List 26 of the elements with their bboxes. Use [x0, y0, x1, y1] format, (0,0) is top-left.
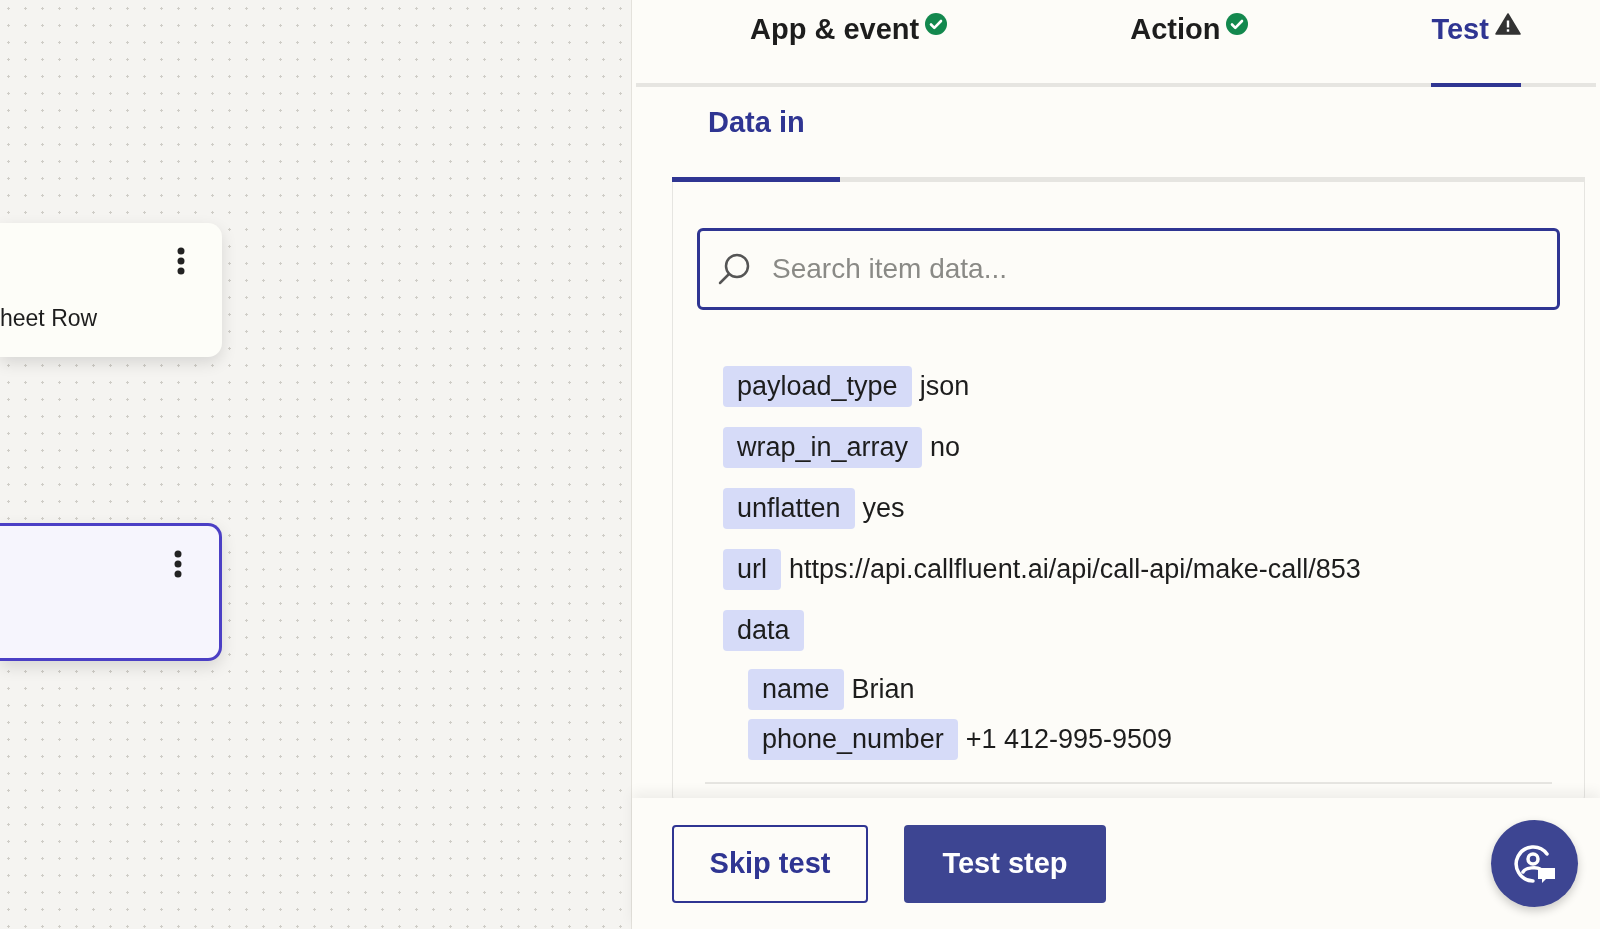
step-card[interactable]: heet Row: [0, 223, 222, 357]
field-value: yes: [862, 492, 905, 526]
step-tab[interactable]: Test: [1431, 0, 1521, 87]
step-card[interactable]: [0, 523, 222, 661]
step-tab[interactable]: App & event: [750, 0, 948, 87]
field-key[interactable]: payload_type: [723, 366, 912, 407]
field-key[interactable]: data: [723, 610, 804, 651]
step-tab[interactable]: Action: [1130, 0, 1249, 87]
test-step-button[interactable]: Test step: [904, 824, 1106, 903]
data-tab[interactable]: Data in: [672, 87, 840, 182]
field-key[interactable]: name: [748, 668, 844, 710]
field-value: https://api.callfluent.ai/api/call-api/make-call/853: [789, 553, 1361, 587]
field-key[interactable]: unflatten: [723, 488, 855, 529]
field-key[interactable]: phone_number: [748, 718, 958, 760]
field-value: json: [919, 370, 970, 404]
more-options-icon[interactable]: [177, 247, 185, 275]
step-title: heet Row: [0, 304, 99, 333]
field-key[interactable]: url: [723, 549, 781, 590]
search-field[interactable]: Search item data...: [697, 228, 1560, 310]
more-options-icon[interactable]: [174, 550, 182, 578]
skip-test-button[interactable]: Skip test: [672, 824, 868, 903]
field-value: Brian: [851, 672, 915, 706]
field-value: +1 412-995-9509: [965, 722, 1173, 756]
field-key[interactable]: wrap_in_array: [723, 427, 923, 468]
help-chat-button[interactable]: [1491, 820, 1578, 907]
field-value: no: [930, 431, 961, 465]
